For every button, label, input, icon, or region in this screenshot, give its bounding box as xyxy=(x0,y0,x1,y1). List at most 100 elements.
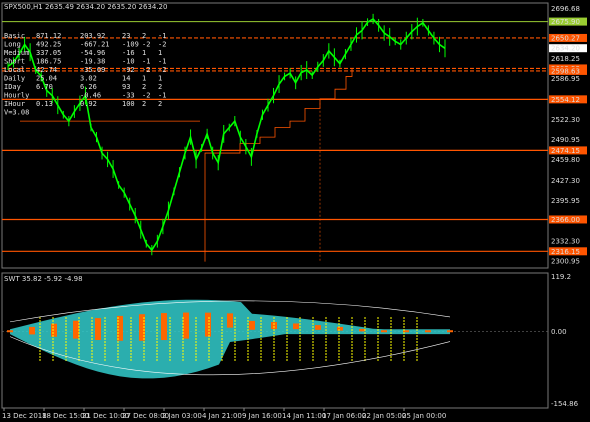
indicator-bar xyxy=(359,328,365,332)
stats-cell: 2 xyxy=(142,100,146,108)
stats-cell: 0.13 xyxy=(36,100,53,108)
symbol-title: SPX500,H1 2635.49 2634.20 2635.20 2634.2… xyxy=(4,3,167,11)
price-series-line xyxy=(7,17,446,252)
indicator-axis-bottom: -154.86 xyxy=(551,400,579,408)
price-axis-label: 2395.95 xyxy=(551,197,580,205)
price-tag-text: 2675.90 xyxy=(551,18,580,26)
price-axis-label: 2696.68 xyxy=(551,5,580,13)
stats-cell: -92 xyxy=(122,66,135,74)
stats-cell: -33 xyxy=(122,92,135,100)
time-axis-label: 17 Jan 06:00 xyxy=(322,412,366,420)
stats-cell: Short xyxy=(4,58,25,66)
stats-cell: -54.96 xyxy=(80,49,105,57)
indicator-bar xyxy=(447,330,453,333)
price-tag-text: 2474.15 xyxy=(551,147,580,155)
trailing-stop-line xyxy=(204,68,353,262)
time-axis-label: 13 Dec 2018 xyxy=(2,412,47,420)
stats-footer: V=3.08 xyxy=(4,109,29,117)
stats-cell: 2 xyxy=(158,100,162,108)
price-tag-text: 2634.20 xyxy=(551,45,580,53)
indicator-bar xyxy=(381,330,387,333)
price-axis-label: 2427.30 xyxy=(551,177,580,185)
stats-cell: 6.70 xyxy=(36,83,53,91)
price-axis-label: 2522.30 xyxy=(551,116,580,124)
stats-cell: Daily xyxy=(4,75,25,83)
indicator-bar xyxy=(293,323,299,330)
stats-cell: -0.46 xyxy=(80,92,101,100)
stats-cell: -10 xyxy=(122,58,135,66)
stats-cell: -1 xyxy=(158,92,166,100)
stats-cell: 1 xyxy=(158,75,162,83)
stats-cell: 2 xyxy=(158,83,162,91)
price-tag-text: 2650.27 xyxy=(551,34,580,42)
price-axis-label: 2586.95 xyxy=(551,75,580,83)
stats-cell: -19.38 xyxy=(80,58,105,66)
stats-cell: 3.02 xyxy=(80,75,97,83)
chart-window: SPX500,H1 2635.49 2634.20 2635.20 2634.2… xyxy=(0,0,590,422)
indicator-bar xyxy=(315,325,321,330)
stats-cell: 42.74 xyxy=(36,66,57,74)
indicator-bar xyxy=(117,315,123,341)
price-axis-label: 2459.80 xyxy=(551,156,580,164)
stats-cell: -16 xyxy=(122,49,135,57)
time-axis-label: 4 Jan 21:00 xyxy=(202,412,242,420)
time-axis-label: 9 Jan 16:00 xyxy=(242,412,282,420)
stats-cell: IHour xyxy=(4,100,25,108)
stats-cell: -109 xyxy=(122,41,139,49)
stats-cell: 492.25 xyxy=(36,41,61,49)
indicator-bar xyxy=(249,320,255,330)
price-axis-label: 2618.25 xyxy=(551,55,580,63)
price-tag-text: 2598.63 xyxy=(551,67,580,75)
stats-cell: -2 xyxy=(142,66,150,74)
indicator-title: SWT 35.82 -5.92 -4.98 xyxy=(4,275,83,283)
stats-cell: 2 xyxy=(142,32,146,40)
stats-cell: -35.09 xyxy=(80,66,105,74)
stats-cell: 186.75 xyxy=(36,58,61,66)
stats-cell: -1 xyxy=(158,58,166,66)
indicator-bar xyxy=(183,312,189,339)
indicator-bar xyxy=(161,313,167,341)
stats-cell: -667.21 xyxy=(80,41,110,49)
price-axis-label: 2300.95 xyxy=(551,258,580,266)
price-axis-label: 2490.95 xyxy=(551,136,580,144)
price-tag-text: 2316.15 xyxy=(551,248,580,256)
stats-cell: Local xyxy=(4,66,25,74)
stats-cell: -2 xyxy=(158,66,166,74)
stats-cell: 1 xyxy=(142,75,146,83)
indicator-bar xyxy=(7,330,13,333)
chart-canvas: SPX500,H1 2635.49 2634.20 2635.20 2634.2… xyxy=(1,2,587,420)
stats-cell: -2 xyxy=(158,41,166,49)
stats-cell: Basic xyxy=(4,32,25,40)
stats-cell: 2 xyxy=(142,83,146,91)
stats-cell: 1 xyxy=(158,49,162,57)
indicator-bar xyxy=(205,312,211,337)
stats-cell: 871.12 xyxy=(36,32,61,40)
time-axis-label: 22 Jan 05:00 xyxy=(362,412,406,420)
stats-cell: Medium xyxy=(4,49,29,57)
time-axis-label: 25 Jan 00:00 xyxy=(402,412,446,420)
indicator-bar xyxy=(227,313,233,328)
stats-cell: -1 xyxy=(142,58,150,66)
stats-cell: 6.26 xyxy=(80,83,97,91)
indicator-bar xyxy=(425,330,431,333)
stats-cell: Hourly xyxy=(4,92,29,100)
stats-cell: 25.04 xyxy=(36,75,57,83)
stats-cell: 93 xyxy=(122,83,130,91)
stats-cell: IDay xyxy=(4,83,21,91)
stats-cell: -2 xyxy=(142,92,150,100)
time-axis-label: 14 Jan 11:00 xyxy=(282,412,326,420)
time-axis-label: 2 Jan 03:00 xyxy=(162,412,202,420)
indicator-axis-zero: 0.00 xyxy=(551,328,567,336)
price-tag-text: 2554.12 xyxy=(551,96,580,104)
stats-cell: 203.92 xyxy=(80,32,105,40)
indicator-axis-top: 119.2 xyxy=(551,273,571,281)
indicator-bar xyxy=(51,323,57,337)
price-axis-label: 2332.30 xyxy=(551,237,580,245)
stats-cell: 0.92 xyxy=(80,100,97,108)
stats-cell: Long xyxy=(4,41,21,49)
indicator-bar xyxy=(29,326,35,335)
stats-cell: 337.05 xyxy=(36,49,61,57)
indicator-bar xyxy=(95,318,101,341)
stats-cell: -2 xyxy=(142,41,150,49)
stats-cell: 14 xyxy=(122,75,130,83)
